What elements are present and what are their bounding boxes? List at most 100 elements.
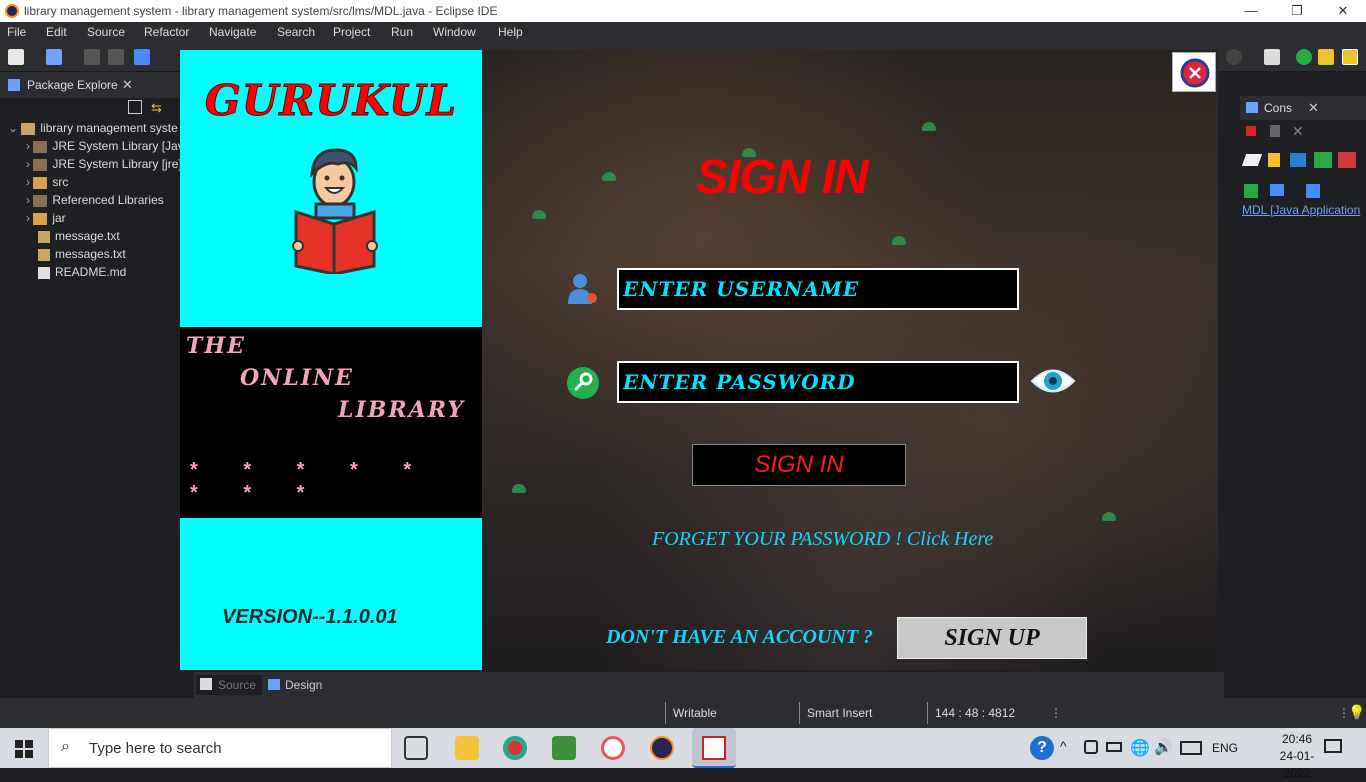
close-window-button[interactable]: ✕	[1320, 0, 1366, 22]
package-explorer-icon	[8, 79, 20, 91]
close-icon[interactable]: ✕	[1308, 100, 1319, 116]
save-all-icon[interactable]	[108, 49, 124, 65]
tip-icon[interactable]: 💡	[1348, 704, 1365, 721]
maximize-button[interactable]: ❐	[1274, 0, 1320, 22]
chevron-up-icon[interactable]: ^	[1060, 738, 1067, 754]
notification-icon[interactable]	[1324, 739, 1342, 753]
scroll-lock-icon[interactable]	[1268, 153, 1280, 167]
git-icon[interactable]	[1318, 49, 1334, 65]
no-account-label: DON'T HAVE AN ACCOUNT ?	[606, 626, 874, 648]
search-icon[interactable]	[1226, 49, 1242, 65]
file-explorer-icon[interactable]	[455, 736, 479, 760]
close-icon[interactable]: ✕	[122, 77, 133, 93]
sign-in-button[interactable]: SIGN IN	[692, 444, 906, 486]
debug-perspective-icon[interactable]	[1296, 49, 1312, 65]
language-indicator[interactable]: ENG	[1212, 741, 1238, 755]
menu-file[interactable]: File	[7, 25, 26, 39]
collapse-all-icon[interactable]	[128, 100, 142, 114]
clear-console-icon[interactable]	[1241, 154, 1263, 166]
pin-console-icon[interactable]	[1244, 184, 1258, 198]
show-stdout-icon[interactable]	[1314, 152, 1332, 168]
show-stderr-icon[interactable]	[1338, 152, 1356, 168]
clock[interactable]: 20:46 24-01-2022	[1268, 731, 1326, 782]
menu-source[interactable]: Source	[87, 25, 125, 39]
tree-item-readme[interactable]: README.md	[38, 263, 126, 281]
ubuntu-icon[interactable]	[601, 736, 625, 760]
reader-illustration-icon	[292, 148, 378, 274]
windows-start-icon[interactable]	[15, 740, 33, 758]
menu-navigate[interactable]: Navigate	[209, 25, 256, 39]
tree-item-jre-1[interactable]: › JRE System Library [Jav	[26, 137, 184, 155]
tab-source[interactable]: Source	[196, 675, 262, 695]
menu-search[interactable]: Search	[277, 25, 315, 39]
close-circle-icon	[1180, 58, 1210, 88]
status-insert-mode: Smart Insert	[807, 706, 873, 720]
tab-design[interactable]: Design	[266, 675, 332, 695]
tree-item-jar[interactable]: › jar	[26, 209, 66, 227]
console-run-label: MDL [Java Application	[1242, 203, 1361, 217]
link-editor-icon[interactable]: ⇆	[151, 100, 162, 116]
package-explorer-tab[interactable]: Package Explore	[27, 78, 118, 92]
library-icon	[33, 140, 48, 153]
help-icon[interactable]: ?	[1030, 736, 1054, 760]
search-icon: ⌕	[61, 738, 70, 755]
camera-icon[interactable]	[1084, 740, 1098, 754]
eclipse-icon[interactable]	[650, 736, 674, 760]
package-folder-icon	[33, 176, 48, 189]
menu-project[interactable]: Project	[333, 25, 370, 39]
console-tab[interactable]: Cons	[1264, 101, 1292, 115]
status-bar: Writable Smart Insert 144 : 48 : 4812 ⋮ …	[0, 698, 1366, 728]
version-label: VERSION--1.1.0.01	[222, 606, 398, 628]
forgot-password-link[interactable]: FORGET YOUR PASSWORD ! Click Here	[652, 528, 993, 551]
sign-in-heading: SIGN IN	[696, 151, 869, 204]
terminal-icon[interactable]	[134, 49, 150, 65]
java-app-task[interactable]	[692, 728, 736, 768]
key-icon	[567, 367, 599, 399]
eye-icon[interactable]	[1030, 364, 1076, 398]
save-icon[interactable]	[84, 49, 100, 65]
task-view-icon[interactable]	[404, 736, 428, 760]
tagline-library: LIBRARY	[338, 397, 466, 423]
window-title-bar: library management system - library mana…	[0, 0, 1366, 22]
tree-item-message-txt[interactable]: message.txt	[38, 227, 120, 245]
brand-panel: GURUKUL	[180, 50, 482, 327]
menu-refactor[interactable]: Refactor	[144, 25, 189, 39]
sign-up-button[interactable]: SIGN UP	[897, 617, 1087, 659]
tree-item-referenced-libraries[interactable]: › Referenced Libraries	[26, 191, 164, 209]
password-input[interactable]	[619, 363, 1017, 401]
status-cursor-position: 144 : 48 : 4812	[935, 706, 1016, 720]
username-input[interactable]	[619, 270, 1017, 308]
chrome-icon[interactable]	[503, 736, 527, 760]
open-console-icon[interactable]	[1306, 184, 1320, 198]
display-console-icon[interactable]	[1270, 184, 1284, 196]
remove-launch-icon[interactable]	[1270, 125, 1280, 137]
new-icon[interactable]	[8, 49, 24, 65]
menu-bar: File Edit Source Refactor Navigate Searc…	[0, 22, 1366, 42]
taskbar-search[interactable]: ⌕ Type here to search	[48, 728, 392, 768]
battery-icon[interactable]	[1106, 742, 1122, 752]
tree-item-src[interactable]: › src	[26, 173, 68, 191]
terminate-icon[interactable]	[1246, 126, 1256, 136]
menu-window[interactable]: Window	[433, 25, 476, 39]
remove-all-icon[interactable]: ✕	[1292, 123, 1304, 140]
menu-edit[interactable]: Edit	[46, 25, 67, 39]
tree-item-project[interactable]: ⌄ library management syste	[8, 119, 178, 137]
notepad-plus-icon[interactable]	[552, 736, 576, 760]
minimize-button[interactable]: —	[1228, 0, 1274, 22]
menu-run[interactable]: Run	[391, 25, 413, 39]
new-java-icon[interactable]	[46, 49, 62, 65]
network-icon[interactable]: 🌐	[1130, 738, 1150, 758]
menu-help[interactable]: Help	[498, 25, 523, 39]
project-icon	[21, 122, 36, 135]
tree-item-jre-2[interactable]: › JRE System Library [jre]	[26, 155, 182, 173]
tree-item-messages-txt[interactable]: messages.txt	[38, 245, 126, 263]
perspective-icon[interactable]	[1264, 49, 1280, 65]
status-menu-icon[interactable]: ⋮	[1050, 706, 1062, 720]
word-wrap-icon[interactable]	[1290, 153, 1306, 167]
brand-title: GURUKUL	[204, 76, 458, 126]
java-perspective-icon[interactable]	[1342, 49, 1358, 65]
keyboard-icon[interactable]	[1180, 741, 1202, 755]
volume-icon[interactable]: 🔊	[1154, 738, 1173, 756]
username-field-wrapper	[617, 268, 1019, 310]
app-close-button[interactable]	[1172, 52, 1216, 92]
